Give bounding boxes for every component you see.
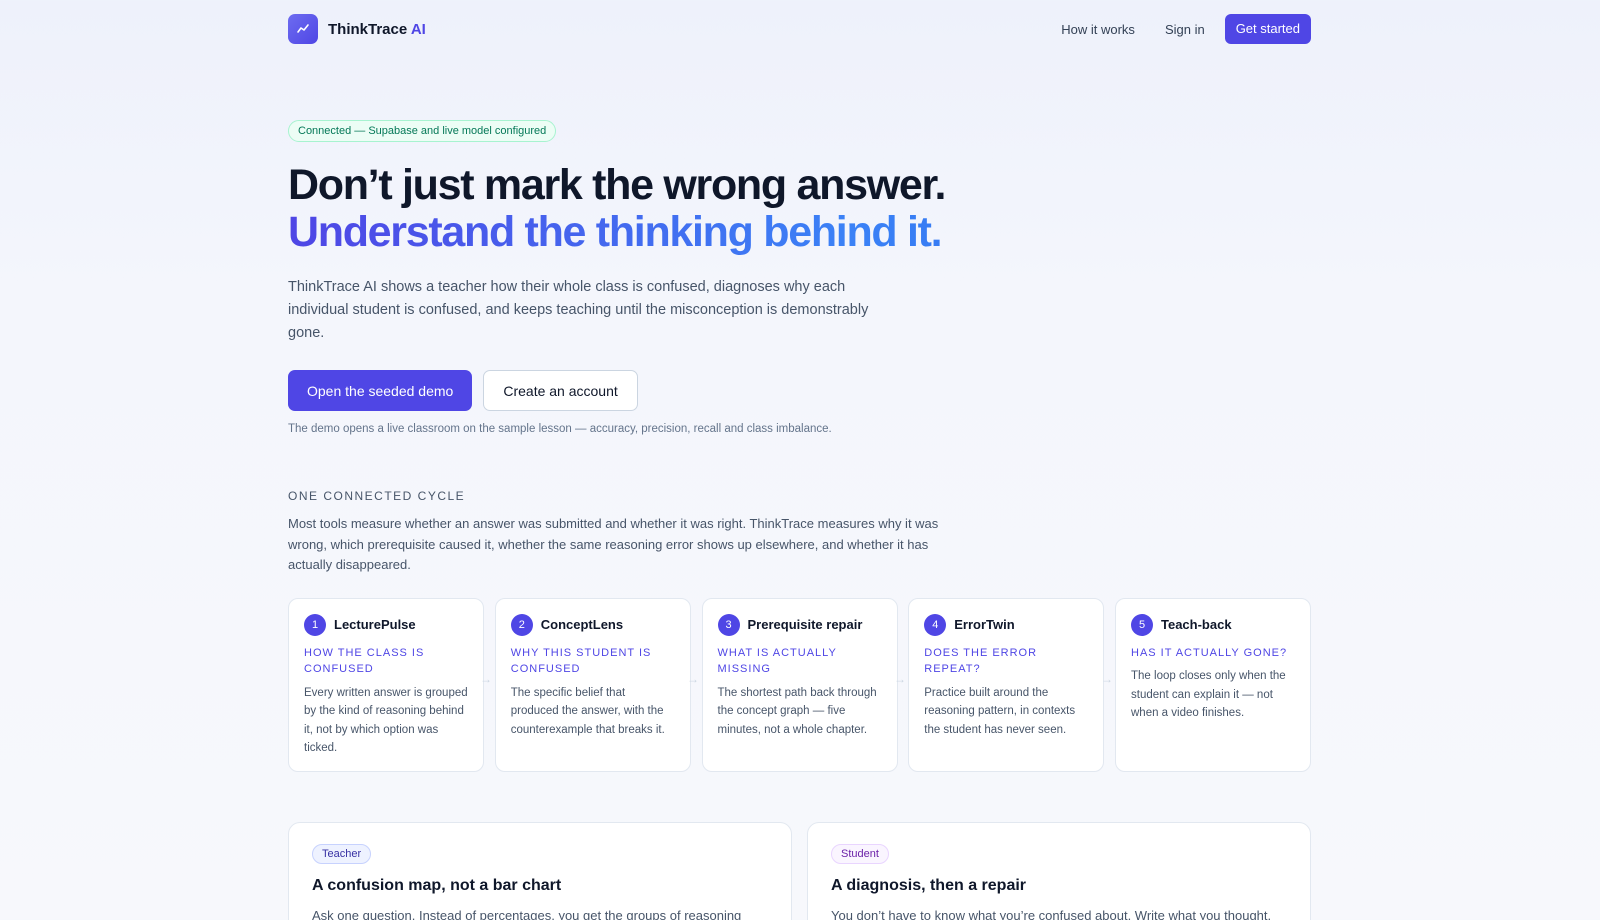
cycle-description: Most tools measure whether an answer was… [288, 516, 939, 572]
step-card-lecturepulse: 1 LecturePulse HOW THE CLASS IS CONFUSED … [288, 597, 484, 772]
trend-logo-icon [288, 14, 318, 44]
hero-lead: ThinkTrace AI shows a teacher how their … [288, 279, 869, 341]
student-card-title: A diagnosis, then a repair [831, 877, 1027, 894]
teacher-card-title: A confusion map, not a bar chart [312, 877, 562, 894]
teacher-card: Teacher A confusion map, not a bar chart… [288, 822, 792, 920]
step-body: The shortest path back through the conce… [717, 686, 877, 736]
cycle-section: ONE CONNECTED CYCLE Most tools measure w… [288, 489, 1311, 772]
step-card-conceptlens: 2 ConceptLens WHY THIS STUDENT IS CONFUSE… [494, 597, 691, 772]
step-question: WHAT IS ACTUALLY MISSING [717, 646, 837, 676]
create-account-button[interactable]: Create an account [483, 370, 638, 411]
open-demo-button[interactable]: Open the seeded demo [288, 370, 473, 411]
arrow-right-icon: → [894, 671, 906, 686]
step-question: HAS IT ACTUALLY GONE? [1131, 646, 1288, 659]
step-body: Every written answer is grouped by the k… [304, 686, 468, 755]
step-card-teach-back: 5 Teach-back HAS IT ACTUALLY GONE? The lo… [1115, 597, 1311, 772]
teacher-tag: Teacher [312, 844, 372, 864]
step-question: HOW THE CLASS IS CONFUSED [304, 646, 425, 676]
arrow-right-icon: → [480, 671, 492, 686]
connection-status-badge: Connected — Supabase and live model conf… [288, 120, 557, 142]
step-body: The loop closes only when the student ca… [1131, 670, 1286, 719]
brand[interactable]: ThinkTrace AI [288, 14, 426, 44]
step-number: 3 [717, 613, 740, 636]
hero-headline: Don’t just mark the wrong answer. Unders… [288, 162, 1311, 256]
step-question: DOES THE ERROR REPEAT? [924, 646, 1038, 676]
step-title: ConceptLens [540, 617, 624, 632]
arrow-right-icon: → [1101, 671, 1113, 686]
top-nav: ThinkTrace AI How it works Sign in Get s… [288, 14, 1311, 44]
step-title: Prerequisite repair [747, 617, 863, 632]
step-number: 4 [924, 613, 947, 636]
hero-section: Connected — Supabase and live model conf… [288, 120, 1311, 435]
brand-name: ThinkTrace AI [328, 20, 426, 38]
cta-row: Open the seeded demo Create an account [288, 370, 1311, 411]
step-number: 5 [1131, 613, 1153, 636]
persona-cards: Teacher A confusion map, not a bar chart… [288, 822, 1311, 920]
step-card-errortwin: 4 ErrorTwin DOES THE ERROR REPEAT? Practi… [908, 597, 1105, 772]
step-body: The specific belief that produced the an… [510, 686, 665, 736]
headline-line-1: Don’t just mark the wrong answer. [288, 161, 946, 209]
step-card-prerequisite-repair: 3 Prerequisite repair WHAT IS ACTUALLY MI… [701, 597, 898, 772]
demo-note: The demo opens a live classroom on the s… [288, 423, 832, 435]
student-tag: Student [831, 844, 889, 864]
step-title: ErrorTwin [954, 617, 1015, 632]
teacher-card-body: Ask one question. Instead of percentages… [312, 908, 742, 920]
get-started-button[interactable]: Get started [1224, 14, 1311, 44]
step-body: Practice built around the reasoning patt… [924, 686, 1076, 736]
step-title: LecturePulse [334, 617, 416, 632]
cycle-eyebrow: ONE CONNECTED CYCLE [288, 489, 466, 503]
cycle-steps: 1 LecturePulse HOW THE CLASS IS CONFUSED … [288, 597, 1311, 772]
student-card-body: You don’t have to know what you’re confu… [831, 908, 1272, 920]
nav-sign-in-link[interactable]: Sign in [1165, 22, 1205, 37]
arrow-right-icon: → [687, 671, 699, 686]
nav-how-it-works-link[interactable]: How it works [1061, 22, 1135, 37]
headline-line-2: Understand the thinking behind it. [288, 209, 1311, 256]
step-number: 2 [510, 613, 533, 636]
step-number: 1 [304, 613, 326, 636]
nav-links: How it works Sign in Get started [1031, 14, 1311, 44]
step-question: WHY THIS STUDENT IS CONFUSED [510, 646, 652, 676]
student-card: Student A diagnosis, then a repair You d… [807, 822, 1311, 920]
step-title: Teach-back [1161, 617, 1232, 632]
